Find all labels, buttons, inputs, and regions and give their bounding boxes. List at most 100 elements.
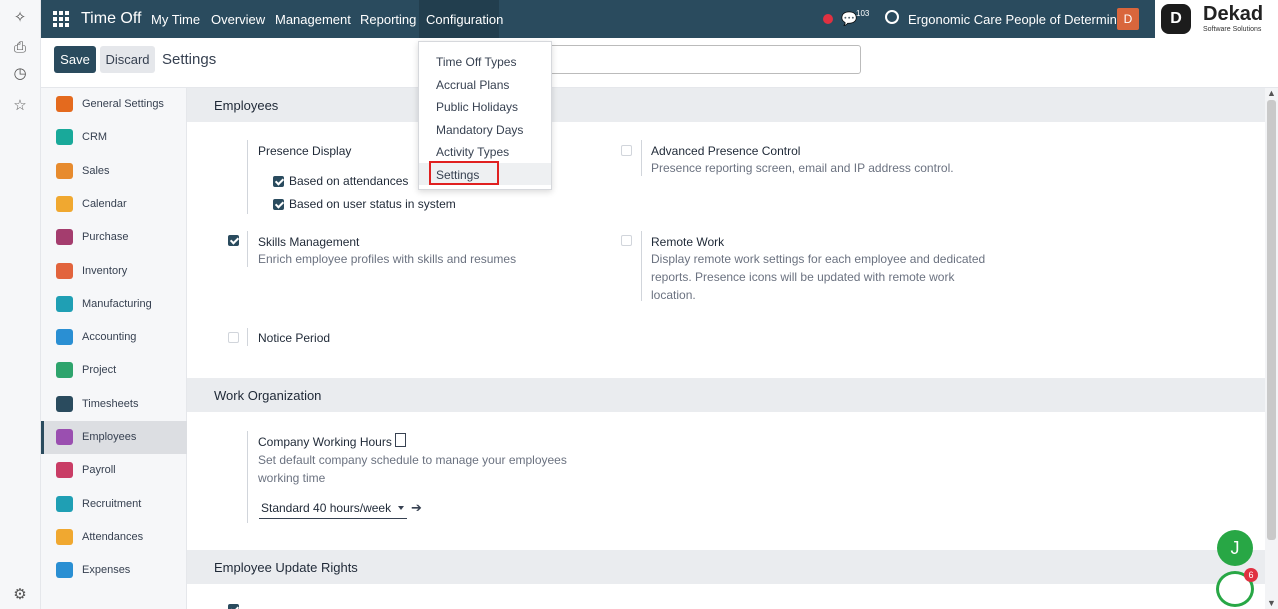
company-switcher[interactable]: Ergonomic Care People of Determina... — [908, 12, 1135, 27]
config-menu-item-accrual-plans[interactable]: Accrual Plans — [419, 73, 551, 95]
menu-item-label: Public Holidays — [436, 100, 519, 115]
advanced-presence-title: Advanced Presence Control — [651, 144, 801, 158]
building-icon — [395, 433, 406, 447]
app-icon — [56, 195, 73, 212]
print-icon[interactable]: ⎙ — [10, 38, 30, 58]
apps-grid-icon[interactable] — [53, 11, 69, 27]
advanced-presence-desc: Presence reporting screen, email and IP … — [651, 161, 954, 175]
sidebar-item-label: Calendar — [82, 197, 127, 210]
remote-work-checkbox[interactable] — [621, 235, 632, 246]
attendances-checkbox[interactable] — [273, 176, 284, 187]
sidebar-item-payroll[interactable]: Payroll — [41, 454, 187, 487]
config-menu-item-public-holidays[interactable]: Public Holidays — [419, 95, 551, 117]
working-hours-desc: Set default company schedule to manage y… — [258, 453, 567, 485]
sidebar-item-manufacturing[interactable]: Manufacturing — [41, 288, 187, 321]
gear-icon[interactable]: ⚙ — [10, 585, 30, 605]
sidebar-item-project[interactable]: Project — [41, 354, 187, 387]
sidebar-item-label: Manufacturing — [82, 297, 152, 310]
divider — [641, 140, 642, 176]
activity-clock-icon[interactable] — [885, 10, 899, 24]
settings-sidebar: General Settings CRM Sales Calendar Purchase… — [41, 88, 187, 609]
sidebar-item-timesheets[interactable]: Timesheets — [41, 388, 187, 421]
user-status-checkbox[interactable] — [273, 199, 284, 210]
app-icon — [56, 495, 73, 512]
chevron-down-icon — [398, 506, 404, 510]
user-avatar[interactable]: D — [1117, 8, 1139, 30]
divider — [247, 140, 248, 214]
sidebar-item-purchase[interactable]: Purchase — [41, 221, 187, 254]
arrow-right-icon[interactable]: ➔ — [411, 500, 422, 516]
chat-user-button[interactable]: J — [1217, 530, 1253, 566]
menu-overview[interactable]: Overview — [211, 12, 265, 27]
notice-period-checkbox[interactable] — [228, 332, 239, 343]
scroll-down-icon[interactable]: ▼ — [1267, 598, 1276, 608]
menu-configuration[interactable]: Configuration — [426, 12, 503, 27]
messages-count: 103 — [856, 9, 870, 18]
sidebar-item-sales[interactable]: Sales — [41, 155, 187, 188]
app-icon — [56, 96, 73, 112]
menu-item-label: Time Off Types — [436, 55, 517, 69]
chat-icon[interactable]: 💬 — [841, 11, 857, 27]
history-icon[interactable]: ◷ — [10, 64, 30, 84]
remote-work-desc: Display remote work settings for each em… — [651, 252, 986, 302]
sidebar-item-label: Accounting — [82, 331, 137, 344]
sidebar-item-attendances[interactable]: Attendances — [41, 521, 187, 554]
menu-item-label: Accrual Plans — [436, 77, 510, 92]
sidebar-item-calendar[interactable]: Calendar — [41, 188, 187, 221]
app-icon — [56, 295, 73, 312]
brand-name: Dekad — [1203, 3, 1264, 25]
sidebar-item-expenses[interactable]: Expenses — [41, 554, 187, 587]
config-menu-item-time-off-types[interactable]: Time Off Types — [419, 50, 551, 72]
app-name[interactable]: Time Off — [81, 10, 141, 28]
scroll-up-icon[interactable]: ▲ — [1267, 88, 1276, 98]
sidebar-item-label: Inventory — [82, 264, 128, 277]
advanced-presence-checkbox[interactable] — [621, 145, 632, 156]
configuration-dropdown: Time Off Types Accrual Plans Public Holida… — [418, 41, 552, 190]
sidebar-item-label: Employees — [82, 431, 137, 443]
menu-my-time[interactable]: My Time — [151, 12, 200, 27]
update-rights-checkbox[interactable] — [228, 604, 239, 609]
sidebar-item-label: Project — [82, 364, 117, 377]
sidebar-item-crm[interactable]: CRM — [41, 121, 187, 154]
app-icon — [56, 329, 73, 346]
sidebar-item-label: Payroll — [82, 464, 116, 477]
app-icon — [56, 462, 73, 479]
menu-management[interactable]: Management — [275, 12, 351, 27]
app-icon — [56, 429, 73, 445]
chatbot-badge: 6 — [1244, 568, 1258, 582]
scrollbar[interactable]: ▲ ▼ — [1265, 88, 1278, 609]
sidebar-item-label: Timesheets — [82, 397, 139, 410]
sidebar-item-label: General Settings — [82, 98, 164, 110]
divider — [247, 328, 248, 346]
sidebar-item-inventory[interactable]: Inventory — [41, 255, 187, 288]
sidebar-item-label: CRM — [82, 131, 108, 144]
discard-button[interactable]: Discard — [100, 46, 155, 73]
attendances-label: Based on attendances — [289, 174, 409, 188]
save-button[interactable]: Save — [54, 46, 96, 73]
menu-item-label: Activity Types — [436, 145, 510, 160]
section-employee-update-rights: Employee Update Rights — [187, 550, 1265, 584]
app-icon — [56, 262, 73, 279]
scroll-thumb[interactable] — [1267, 100, 1276, 540]
page-title: Settings — [162, 51, 217, 68]
menu-item-label: Mandatory Days — [436, 122, 524, 137]
sidebar-item-general-settings[interactable]: General Settings — [41, 88, 187, 121]
app-icon — [56, 362, 73, 379]
menu-reporting[interactable]: Reporting — [360, 12, 416, 27]
sidebar-item-recruitment[interactable]: Recruitment — [41, 488, 187, 521]
skills-checkbox[interactable] — [228, 235, 239, 246]
skills-desc: Enrich employee profiles with skills and… — [258, 252, 517, 266]
sparkle-icon[interactable]: ✧ — [10, 8, 30, 28]
config-menu-item-activity-types[interactable]: Activity Types — [419, 140, 551, 162]
app-icon — [56, 528, 73, 545]
app-icon — [56, 129, 73, 146]
sidebar-item-employees[interactable]: Employees — [41, 421, 187, 454]
sidebar-item-accounting[interactable]: Accounting — [41, 321, 187, 354]
working-hours-select[interactable]: Standard 40 hours/week — [259, 499, 407, 519]
app-icon — [56, 562, 73, 579]
config-menu-item-mandatory-days[interactable]: Mandatory Days — [419, 118, 551, 140]
star-icon[interactable]: ☆ — [10, 96, 30, 116]
section-title: Employee Update Rights — [214, 560, 358, 575]
search-input[interactable] — [541, 45, 861, 74]
brand-mark-icon: D — [1161, 4, 1191, 34]
